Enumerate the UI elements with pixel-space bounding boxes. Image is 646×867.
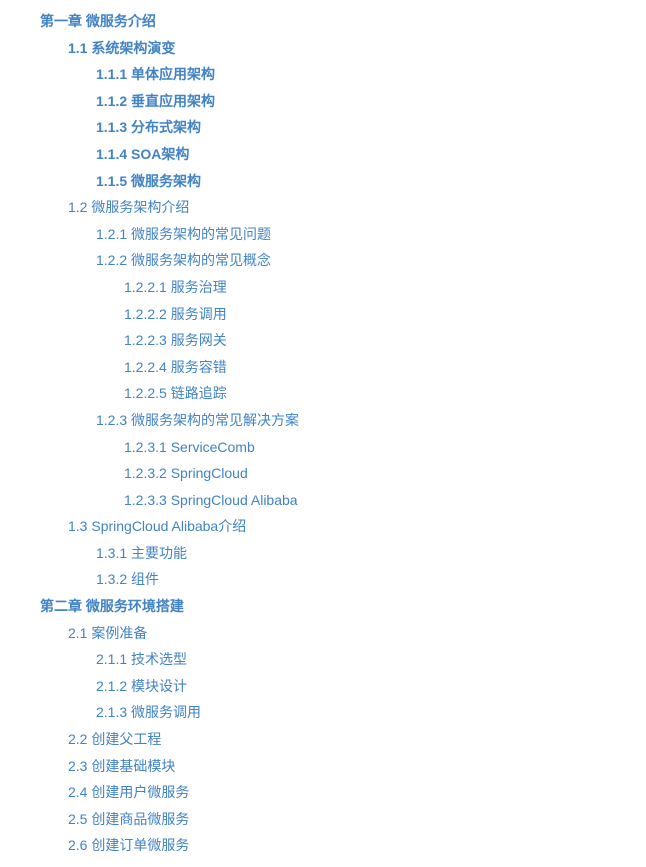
toc-link[interactable]: 1.2.2.1 服务治理: [124, 279, 227, 295]
toc-item: 2.1.1 技术选型: [40, 646, 646, 673]
toc-link[interactable]: 2.6 创建订单微服务: [68, 837, 189, 853]
toc-link[interactable]: 1.3 SpringCloud Alibaba介绍: [68, 518, 246, 534]
toc-link[interactable]: 2.2 创建父工程: [68, 731, 161, 747]
toc-item: 1.2.3.3 SpringCloud Alibaba: [40, 487, 646, 514]
toc-item: 1.2.2.1 服务治理: [40, 274, 646, 301]
toc-item: 2.6 创建订单微服务: [40, 832, 646, 859]
toc-item: 2.1.2 模块设计: [40, 673, 646, 700]
toc-item: 1.1.1 单体应用架构: [40, 61, 646, 88]
toc-item: 1.3.1 主要功能: [40, 540, 646, 567]
toc-item: 1.2.2.4 服务容错: [40, 354, 646, 381]
toc-link[interactable]: 1.2.2.2 服务调用: [124, 306, 227, 322]
toc-item: 2.5 创建商品微服务: [40, 806, 646, 833]
toc-item: 1.2.3 微服务架构的常见解决方案: [40, 407, 646, 434]
toc-link[interactable]: 2.1.2 模块设计: [96, 678, 187, 694]
toc-link[interactable]: 1.2.3.3 SpringCloud Alibaba: [124, 492, 298, 508]
toc-item: 1.2.2.3 服务网关: [40, 327, 646, 354]
toc-item: 1.2.3.1 ServiceComb: [40, 434, 646, 461]
toc-link[interactable]: 1.1.5 微服务架构: [96, 173, 201, 189]
toc-item: 2.1 案例准备: [40, 620, 646, 647]
toc-link[interactable]: 1.1.2 垂直应用架构: [96, 93, 215, 109]
toc-item: 1.3 SpringCloud Alibaba介绍: [40, 513, 646, 540]
toc-item: 2.2 创建父工程: [40, 726, 646, 753]
toc-item: 1.2.2 微服务架构的常见概念: [40, 247, 646, 274]
toc-item: 1.3.2 组件: [40, 566, 646, 593]
toc-item: 第二章 微服务环境搭建: [40, 593, 646, 620]
toc-link[interactable]: 1.2.2.5 链路追踪: [124, 385, 227, 401]
toc-link[interactable]: 1.3.2 组件: [96, 571, 159, 587]
toc-link[interactable]: 2.1 案例准备: [68, 625, 147, 641]
toc-item: 1.2.1 微服务架构的常见问题: [40, 221, 646, 248]
toc-item: 2.3 创建基础模块: [40, 753, 646, 780]
toc-item: 1.1.5 微服务架构: [40, 168, 646, 195]
toc-link[interactable]: 2.1.1 技术选型: [96, 651, 187, 667]
toc-link[interactable]: 1.1 系统架构演变: [68, 40, 175, 56]
toc-link[interactable]: 1.1.4 SOA架构: [96, 146, 189, 162]
toc-item: 1.2.2.2 服务调用: [40, 301, 646, 328]
toc-link[interactable]: 1.1.1 单体应用架构: [96, 66, 215, 82]
toc-link[interactable]: 第二章 微服务环境搭建: [40, 598, 184, 614]
toc-item: 1.1.2 垂直应用架构: [40, 88, 646, 115]
toc-link[interactable]: 1.2 微服务架构介绍: [68, 199, 189, 215]
toc-link[interactable]: 1.2.2.4 服务容错: [124, 359, 227, 375]
toc-item: 2.4 创建用户微服务: [40, 779, 646, 806]
toc-item: 1.1.4 SOA架构: [40, 141, 646, 168]
toc-link[interactable]: 1.2.2.3 服务网关: [124, 332, 227, 348]
toc-link[interactable]: 1.2.3.1 ServiceComb: [124, 439, 255, 455]
toc-link[interactable]: 1.2.2 微服务架构的常见概念: [96, 252, 271, 268]
toc-link[interactable]: 第一章 微服务介绍: [40, 13, 156, 29]
toc-item: 1.2.3.2 SpringCloud: [40, 460, 646, 487]
toc-item: 1.1 系统架构演变: [40, 35, 646, 62]
toc-item: 2.1.3 微服务调用: [40, 699, 646, 726]
toc-link[interactable]: 1.3.1 主要功能: [96, 545, 187, 561]
toc-item: 1.1.3 分布式架构: [40, 114, 646, 141]
toc-link[interactable]: 1.2.3 微服务架构的常见解决方案: [96, 412, 299, 428]
toc-link[interactable]: 1.2.1 微服务架构的常见问题: [96, 226, 271, 242]
toc-link[interactable]: 2.1.3 微服务调用: [96, 704, 201, 720]
toc-link[interactable]: 2.4 创建用户微服务: [68, 784, 189, 800]
toc-item: 1.2.2.5 链路追踪: [40, 380, 646, 407]
toc-link[interactable]: 1.1.3 分布式架构: [96, 119, 201, 135]
toc-item: 第一章 微服务介绍: [40, 8, 646, 35]
toc-link[interactable]: 2.3 创建基础模块: [68, 758, 175, 774]
toc-link[interactable]: 2.5 创建商品微服务: [68, 811, 189, 827]
toc-link[interactable]: 1.2.3.2 SpringCloud: [124, 465, 248, 481]
table-of-contents: 第一章 微服务介绍 1.1 系统架构演变 1.1.1 单体应用架构 1.1.2 垂直应…: [40, 8, 646, 859]
toc-item: 1.2 微服务架构介绍: [40, 194, 646, 221]
